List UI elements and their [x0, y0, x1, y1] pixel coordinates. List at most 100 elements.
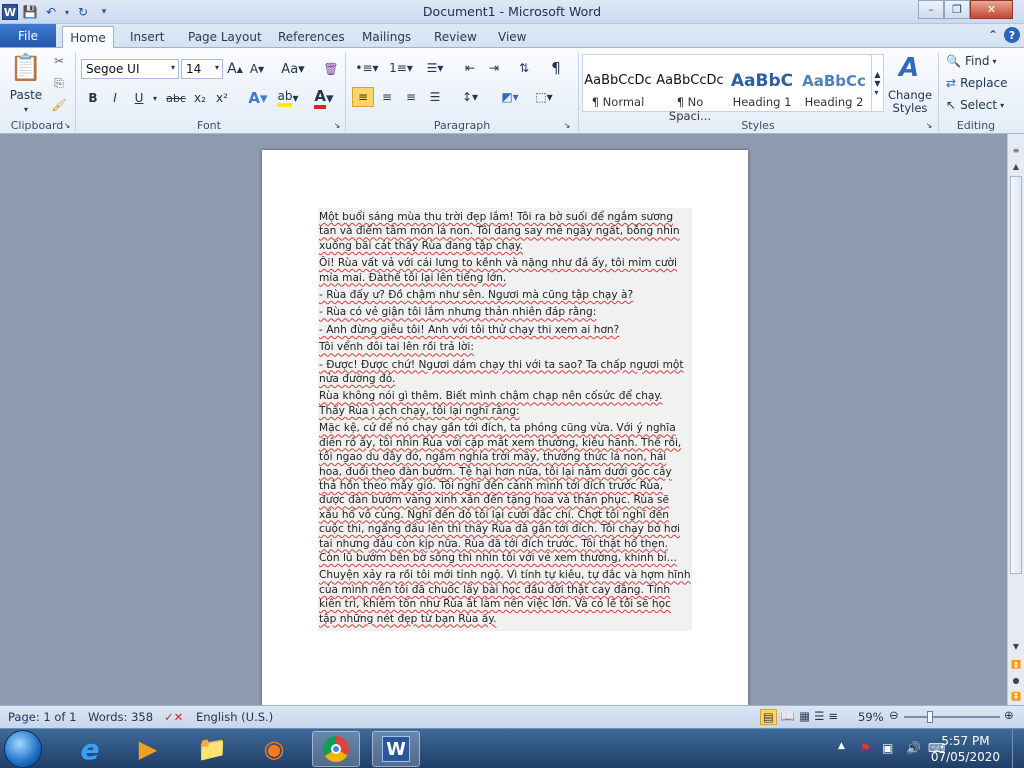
font-launcher-icon[interactable]: ↘ — [332, 120, 342, 130]
tab-review[interactable]: Review — [426, 26, 485, 48]
zoom-in-icon[interactable]: ⊕ — [1004, 708, 1014, 722]
clear-formatting-icon[interactable]: 🗑 — [320, 58, 342, 80]
font-color-icon[interactable]: A ▾ — [310, 87, 338, 109]
outline-icon[interactable]: ☰ — [814, 709, 824, 725]
style-heading-2[interactable]: AaBbCc Heading 2 — [799, 67, 869, 115]
zoom-slider[interactable] — [904, 711, 1000, 723]
font-size-select[interactable]: 14 ▾ — [181, 59, 223, 79]
align-left-button[interactable]: ≡ — [352, 87, 374, 107]
justify-button[interactable]: ☰ — [424, 87, 446, 107]
word-taskbar-icon[interactable]: W — [372, 731, 420, 767]
subscript-button[interactable]: x₂ — [190, 88, 210, 108]
replace-button[interactable]: ⇄ Replace — [946, 74, 1016, 92]
maximize-button[interactable]: ❐ — [944, 0, 970, 19]
superscript-button[interactable]: x² — [212, 88, 232, 108]
sort-icon[interactable]: ⇅ — [514, 58, 534, 78]
decrease-indent-icon[interactable]: ⇤ — [460, 58, 480, 78]
scroll-down-icon[interactable]: ▼ — [1010, 640, 1022, 652]
tab-page-layout[interactable]: Page Layout — [180, 26, 270, 48]
network-icon[interactable]: ▣ — [882, 741, 893, 755]
change-styles-icon[interactable]: A — [888, 52, 930, 84]
ruler-toggle-icon[interactable]: ≡ — [1010, 144, 1022, 156]
paragraph[interactable]: - Rùa đấy ư? Đồ chậm như sên. Ngươi mà c… — [319, 288, 691, 302]
document-body[interactable]: Một buổi sáng mùa thu trời đẹp lắm! Tôi … — [318, 208, 692, 631]
grow-font-button[interactable]: A ▲ — [226, 60, 244, 78]
close-button[interactable]: ✕ — [970, 0, 1013, 19]
next-page-icon[interactable]: ⏬ — [1010, 690, 1022, 702]
help-icon[interactable]: ? — [1004, 27, 1020, 43]
clipboard-launcher-icon[interactable]: ↘ — [62, 120, 72, 130]
file-tab[interactable]: File — [0, 24, 56, 47]
zoom-slider-thumb[interactable] — [927, 711, 934, 723]
style-heading-1[interactable]: AaBbC Heading 1 — [727, 67, 797, 115]
file-explorer-icon[interactable]: 📁 — [188, 731, 236, 767]
paragraph[interactable]: Ôi! Rùa vất vả với cái lưng to kềnh và n… — [319, 256, 691, 285]
tab-insert[interactable]: Insert — [122, 26, 172, 48]
increase-indent-icon[interactable]: ⇥ — [484, 58, 504, 78]
styles-launcher-icon[interactable]: ↘ — [924, 120, 934, 130]
paragraph[interactable]: Rùa không nói gì thêm. Biết mình chậm ch… — [319, 389, 691, 418]
web-layout-icon[interactable]: ▦ — [799, 709, 810, 725]
select-button[interactable]: ↖ Select ▾ — [946, 96, 1016, 114]
align-right-button[interactable]: ≡ — [400, 87, 422, 107]
document-page[interactable]: Một buổi sáng mùa thu trời đẹp lắm! Tôi … — [262, 150, 748, 705]
tab-mailings[interactable]: Mailings — [354, 26, 419, 48]
bullets-icon[interactable]: •≡▾ — [352, 58, 382, 78]
strikethrough-button[interactable]: abc — [164, 88, 188, 108]
language-indicator[interactable]: English (U.S.) — [196, 710, 273, 724]
styles-scroll-icon[interactable]: ▲ ▼ ▾ — [871, 55, 883, 111]
zoom-level[interactable]: 59% — [858, 710, 884, 724]
action-center-icon[interactable]: ⚑ — [860, 741, 871, 755]
zoom-out-icon[interactable]: ⊖ — [889, 708, 899, 722]
collapse-ribbon-icon[interactable]: ⌃ — [986, 28, 1000, 42]
scrollbar-thumb[interactable] — [1010, 176, 1022, 574]
align-center-button[interactable]: ≡ — [376, 87, 398, 107]
numbering-icon[interactable]: 1≡▾ — [386, 58, 416, 78]
scroll-up-icon[interactable]: ▲ — [1010, 160, 1022, 172]
shading-icon[interactable]: ◩▾ — [496, 87, 524, 107]
paste-icon[interactable]: 📋 — [8, 52, 44, 84]
word-count[interactable]: Words: 358 — [88, 710, 153, 724]
volume-icon[interactable]: 🔊 — [906, 741, 921, 755]
font-family-select[interactable]: Segoe UI ▾ — [81, 59, 179, 79]
style-no-spacing[interactable]: AaBbCcDc ¶ No Spaci... — [655, 67, 725, 123]
page-count[interactable]: Page: 1 of 1 — [8, 710, 76, 724]
show-desktop-button[interactable] — [1012, 729, 1024, 768]
paragraph[interactable]: Mặc kệ, cứ để nó chạy gần tới đích, ta p… — [319, 421, 691, 565]
bold-button[interactable]: B — [84, 88, 102, 108]
full-screen-reading-icon[interactable]: 📖 — [781, 709, 795, 725]
shrink-font-button[interactable]: A ▼ — [248, 60, 266, 78]
paragraph[interactable]: Một buổi sáng mùa thu trời đẹp lắm! Tôi … — [319, 210, 691, 253]
change-styles-button[interactable]: Change Styles — [886, 88, 934, 116]
proofing-icon[interactable]: ✓✕ — [164, 710, 183, 724]
paragraph[interactable]: Tôi vểnh đôi tai lên rồi trả lời: — [319, 340, 691, 354]
print-layout-icon[interactable]: ▤ — [760, 709, 777, 725]
paste-dropdown-icon[interactable]: ▾ — [20, 104, 32, 114]
chrome-icon[interactable] — [312, 731, 360, 767]
text-effects-icon[interactable]: A▾ — [246, 88, 270, 108]
media-player-icon[interactable]: ▶ — [124, 731, 172, 767]
paragraph[interactable]: - Anh đừng giễu tôi! Anh với tôi thử chạ… — [319, 323, 691, 337]
copy-icon[interactable]: ⎘ — [50, 74, 68, 92]
underline-dropdown-icon[interactable]: ▾ — [150, 88, 160, 108]
highlight-color-icon[interactable]: ab ▾ — [274, 88, 302, 108]
style-normal[interactable]: AaBbCcDc ¶ Normal — [583, 67, 653, 115]
show-formatting-icon[interactable]: ¶ — [546, 58, 566, 78]
underline-button[interactable]: U — [130, 88, 148, 108]
cut-icon[interactable]: ✂ — [50, 52, 68, 70]
start-button[interactable] — [4, 730, 42, 768]
paste-button[interactable]: Paste — [6, 88, 46, 102]
tab-home[interactable]: Home — [62, 26, 114, 49]
vertical-scrollbar[interactable]: ≡ ▲ ▼ ⏫ ● ⏬ — [1007, 134, 1024, 705]
browse-object-icon[interactable]: ● — [1010, 674, 1022, 686]
italic-button[interactable]: I — [106, 88, 124, 108]
paragraph-launcher-icon[interactable]: ↘ — [562, 120, 572, 130]
draft-icon[interactable]: ≡ — [828, 709, 838, 725]
system-clock[interactable]: 5:57 PM 07/05/2020 — [931, 733, 1000, 765]
previous-page-icon[interactable]: ⏫ — [1010, 658, 1022, 670]
change-case-button[interactable]: Aa ▾ — [280, 60, 306, 78]
format-painter-icon[interactable]: 🖌 — [50, 96, 68, 114]
paragraph[interactable]: - Được! Được chứ! Ngươi dám chạy thi với… — [319, 358, 691, 387]
firefox-icon[interactable]: ◉ — [250, 731, 298, 767]
minimize-button[interactable]: – — [918, 0, 944, 19]
